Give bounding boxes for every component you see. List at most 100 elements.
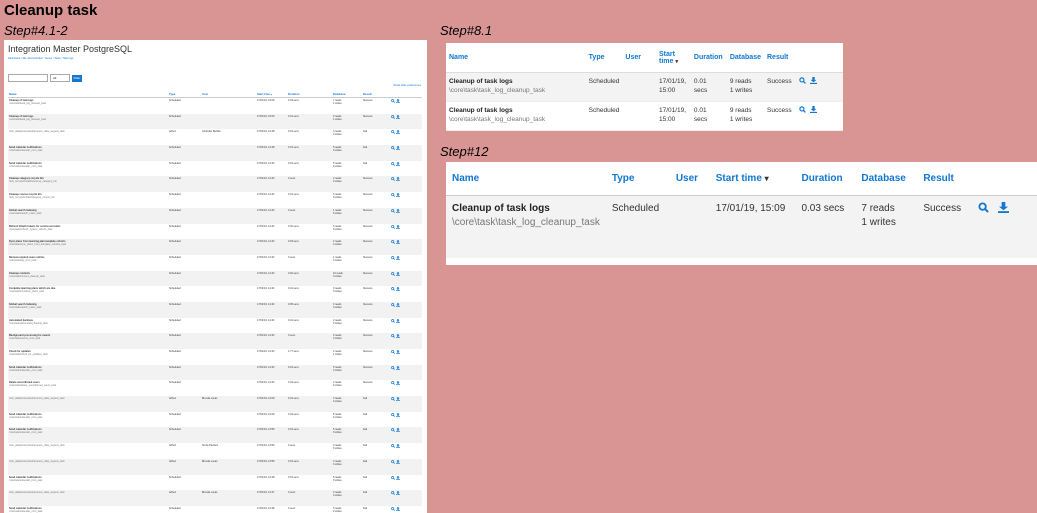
search-icon[interactable]	[391, 381, 395, 386]
download-icon[interactable]	[395, 491, 400, 496]
col-type[interactable]: Type	[605, 162, 670, 196]
cell-user[interactable]	[201, 475, 256, 491]
col-user[interactable]: User	[669, 162, 710, 196]
col-user[interactable]: User	[622, 43, 656, 73]
download-icon[interactable]	[395, 350, 400, 355]
search-icon[interactable]	[391, 146, 395, 151]
col-duration[interactable]: Duration	[795, 162, 856, 196]
download-icon[interactable]	[395, 208, 400, 214]
download-icon[interactable]	[395, 224, 400, 230]
download-icon[interactable]	[395, 318, 400, 324]
col-result[interactable]: Result	[764, 43, 796, 73]
download-icon[interactable]	[395, 365, 400, 371]
search-icon[interactable]	[391, 428, 395, 433]
col-user[interactable]: User	[201, 90, 256, 98]
search-icon[interactable]	[391, 177, 395, 182]
search-icon[interactable]	[391, 475, 395, 481]
cell-user[interactable]	[201, 270, 256, 287]
col-type[interactable]: Type	[168, 90, 201, 98]
download-icon[interactable]	[395, 334, 400, 339]
search-icon[interactable]	[391, 224, 395, 230]
cell-user[interactable]	[201, 364, 256, 381]
col-name[interactable]: Name	[446, 43, 586, 73]
cell-user[interactable]	[201, 113, 256, 130]
download-icon[interactable]	[395, 161, 400, 167]
col-start-time[interactable]: Start time ▾	[256, 90, 287, 98]
cell-user[interactable]: Brenda Lucas	[201, 396, 256, 412]
cell-user[interactable]	[201, 349, 256, 365]
search-icon[interactable]	[799, 77, 806, 87]
cell-user[interactable]	[201, 224, 256, 240]
download-icon[interactable]	[395, 459, 400, 465]
col-database[interactable]: Database	[726, 43, 764, 73]
search-icon[interactable]	[978, 202, 990, 218]
col-start-time[interactable]: Start time ▾	[709, 162, 796, 196]
search-icon[interactable]	[391, 208, 395, 214]
cell-user[interactable]	[201, 286, 256, 302]
cell-user[interactable]	[201, 301, 256, 318]
col-duration[interactable]: Duration	[690, 43, 727, 73]
cell-user[interactable]	[201, 145, 256, 161]
download-icon[interactable]	[395, 397, 400, 402]
reset-table-preferences-link[interactable]: Reset table preferences	[393, 84, 421, 87]
cell-user[interactable]: Brenda Lucas	[201, 458, 256, 475]
download-icon[interactable]	[395, 177, 400, 182]
col-duration[interactable]: Duration	[287, 90, 332, 98]
col-name[interactable]: Name	[446, 162, 606, 196]
col-name[interactable]: Name	[8, 90, 168, 98]
search-icon[interactable]	[391, 318, 395, 324]
search-icon[interactable]	[391, 491, 395, 496]
col-start-time[interactable]: Start time ▾	[655, 43, 691, 73]
download-icon[interactable]	[395, 271, 400, 277]
col-result[interactable]: Result	[917, 162, 973, 196]
filter-input[interactable]	[8, 74, 48, 82]
filter-select[interactable]: All	[50, 74, 70, 82]
col-result[interactable]: Result	[362, 90, 390, 98]
cell-user[interactable]	[201, 412, 256, 428]
col-database[interactable]: Database	[855, 162, 918, 196]
col-database[interactable]: Database	[332, 90, 362, 98]
search-icon[interactable]	[391, 256, 395, 261]
search-icon[interactable]	[391, 412, 395, 418]
cell-user[interactable]: Brenda Lucas	[201, 490, 256, 506]
download-icon[interactable]	[395, 193, 400, 198]
cell-user[interactable]: Sonia Paxiano	[201, 443, 256, 459]
download-icon[interactable]	[395, 130, 400, 135]
search-icon[interactable]	[391, 397, 395, 402]
download-icon[interactable]	[395, 506, 400, 512]
search-icon[interactable]	[391, 303, 395, 308]
search-icon[interactable]	[391, 459, 395, 465]
search-icon[interactable]	[391, 444, 395, 449]
download-icon[interactable]	[395, 287, 400, 292]
search-icon[interactable]	[391, 271, 395, 277]
cell-user[interactable]	[201, 380, 256, 396]
download-icon[interactable]	[395, 444, 400, 449]
cell-user[interactable]	[201, 506, 256, 513]
cell-user[interactable]	[201, 176, 256, 193]
download-icon[interactable]	[395, 428, 400, 433]
breadcrumb[interactable]: Dashboard / Site administration / Server…	[8, 57, 73, 60]
cell-user[interactable]	[201, 161, 256, 177]
search-icon[interactable]	[391, 193, 395, 198]
search-icon[interactable]	[391, 240, 395, 245]
download-icon[interactable]	[395, 99, 400, 104]
search-icon[interactable]	[391, 130, 395, 135]
cell-user[interactable]	[201, 255, 256, 271]
search-icon[interactable]	[391, 507, 395, 512]
search-icon[interactable]	[391, 161, 395, 167]
download-icon[interactable]	[998, 202, 1010, 218]
download-icon[interactable]	[395, 381, 400, 386]
col-type[interactable]: Type	[585, 43, 623, 73]
download-icon[interactable]	[395, 146, 400, 151]
download-icon[interactable]	[395, 240, 400, 245]
search-icon[interactable]	[391, 287, 395, 292]
download-icon[interactable]	[395, 412, 400, 418]
search-icon[interactable]	[391, 365, 395, 371]
download-icon[interactable]	[395, 255, 400, 261]
download-icon[interactable]	[395, 302, 400, 308]
cell-user[interactable]: Charlotte Barbier	[201, 129, 256, 145]
cell-user[interactable]	[201, 192, 256, 208]
search-icon[interactable]	[391, 350, 395, 355]
cell-user[interactable]	[201, 207, 256, 224]
filter-button[interactable]: Filter	[72, 74, 82, 82]
